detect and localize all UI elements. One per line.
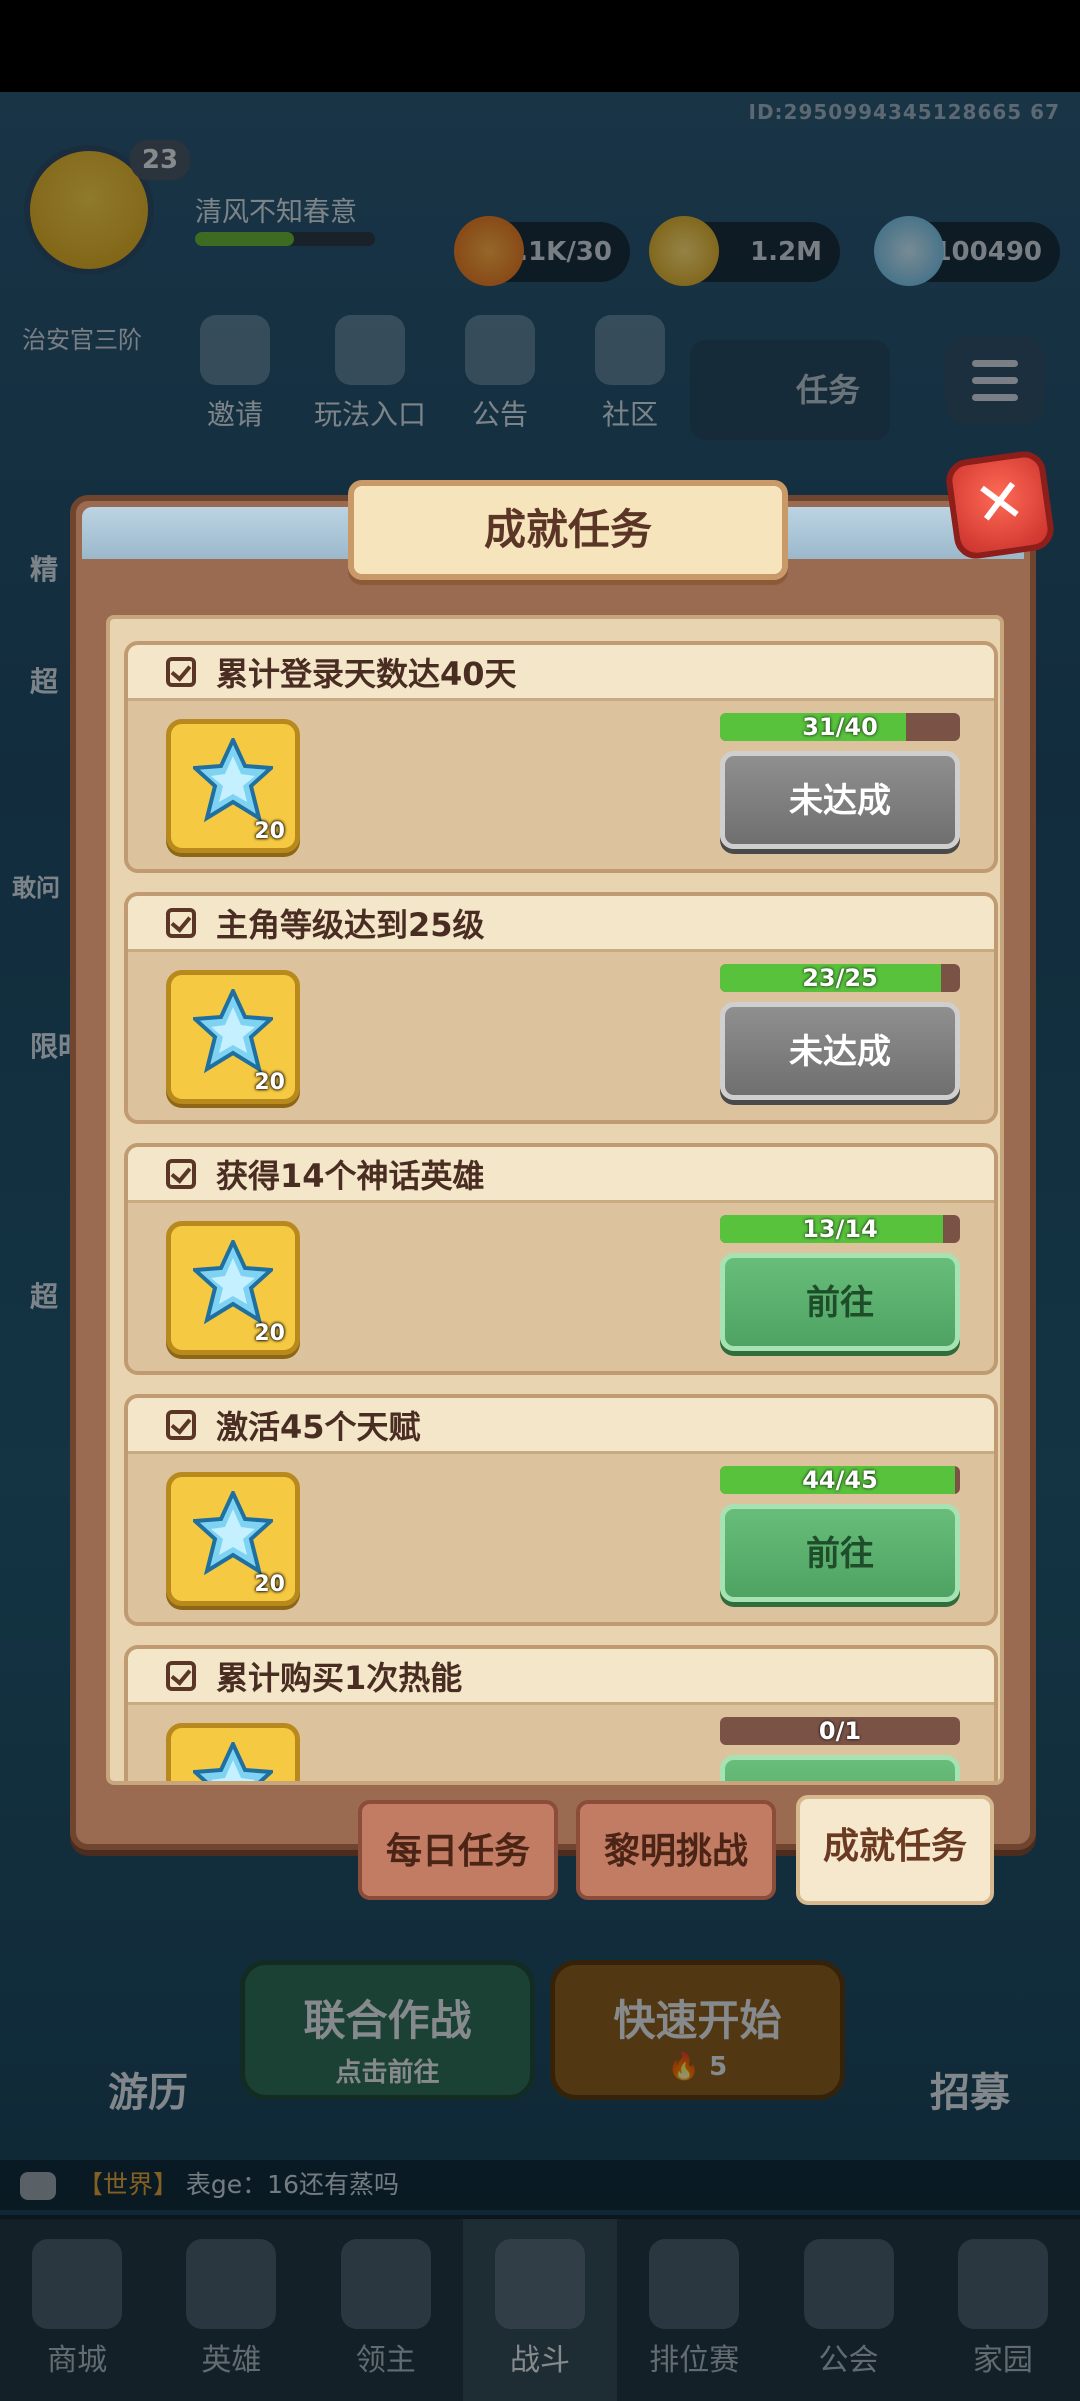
checkbox-icon — [166, 1409, 196, 1440]
task-card: 累计购买1次热能 20 0/1 前往 — [124, 1645, 998, 1781]
reward-item[interactable]: 20 — [166, 719, 300, 853]
task-header: 获得14个神话英雄 — [128, 1147, 994, 1203]
crystal-icon — [193, 738, 273, 823]
reward-quantity: 20 — [254, 1321, 285, 1346]
tab-daily-tasks[interactable]: 每日任务 — [358, 1800, 558, 1900]
task-header: 累计购买1次热能 — [128, 1649, 994, 1705]
crystal-icon — [193, 989, 273, 1074]
task-action-button[interactable]: 前往 — [720, 1253, 960, 1351]
task-action-button[interactable]: 前往 — [720, 1504, 960, 1602]
progress-text: 44/45 — [802, 1466, 878, 1494]
checkbox-icon — [166, 1158, 196, 1189]
crystal-icon — [193, 1742, 273, 1781]
task-card: 主角等级达到25级 20 23/25 未达成 — [124, 892, 998, 1124]
task-card: 累计登录天数达40天 20 31/40 未达成 — [124, 641, 998, 873]
task-card: 激活45个天赋 20 44/45 前往 — [124, 1394, 998, 1626]
tab-dawn-challenge[interactable]: 黎明挑战 — [576, 1800, 776, 1900]
task-progress-bar: 31/40 — [720, 713, 960, 741]
task-title: 主角等级达到25级 — [216, 905, 485, 944]
task-progress-bar: 23/25 — [720, 964, 960, 992]
task-title: 累计购买1次热能 — [216, 1658, 463, 1697]
task-header: 主角等级达到25级 — [128, 896, 994, 952]
task-card: 获得14个神话英雄 20 13/14 前往 — [124, 1143, 998, 1375]
reward-quantity: 20 — [254, 1572, 285, 1597]
checkbox-icon — [166, 907, 196, 938]
progress-text: 0/1 — [818, 1717, 862, 1745]
checkbox-icon — [166, 1660, 196, 1691]
dialog-title: 成就任务 — [348, 480, 788, 580]
crystal-icon — [193, 1240, 273, 1325]
task-header: 激活45个天赋 — [128, 1398, 994, 1454]
task-list[interactable]: 累计登录天数达40天 20 31/40 未达成 主角等级达到25级 20 23/25 未达成获… — [106, 615, 1004, 1785]
progress-text: 13/14 — [802, 1215, 878, 1243]
task-action-button[interactable]: 未达成 — [720, 751, 960, 849]
reward-item[interactable]: 20 — [166, 1472, 300, 1606]
task-title: 激活45个天赋 — [216, 1407, 421, 1446]
reward-quantity: 20 — [254, 819, 285, 844]
checkbox-icon — [166, 656, 196, 687]
task-progress-bar: 0/1 — [720, 1717, 960, 1745]
reward-item[interactable]: 20 — [166, 970, 300, 1104]
task-progress-bar: 13/14 — [720, 1215, 960, 1243]
task-header: 累计登录天数达40天 — [128, 645, 994, 701]
task-action-button[interactable]: 前往 — [720, 1755, 960, 1781]
task-title: 累计登录天数达40天 — [216, 654, 517, 693]
task-action-button[interactable]: 未达成 — [720, 1002, 960, 1100]
crystal-icon — [193, 1491, 273, 1576]
reward-item[interactable]: 20 — [166, 1221, 300, 1355]
progress-text: 31/40 — [802, 713, 878, 741]
reward-item[interactable]: 20 — [166, 1723, 300, 1781]
status-bar — [0, 0, 1080, 92]
close-icon[interactable]: ✕ — [943, 448, 1057, 562]
progress-text: 23/25 — [802, 964, 878, 992]
task-progress-bar: 44/45 — [720, 1466, 960, 1494]
reward-quantity: 20 — [254, 1070, 285, 1095]
tab-achievement-tasks[interactable]: 成就任务 — [796, 1795, 994, 1905]
task-title: 获得14个神话英雄 — [216, 1156, 485, 1195]
